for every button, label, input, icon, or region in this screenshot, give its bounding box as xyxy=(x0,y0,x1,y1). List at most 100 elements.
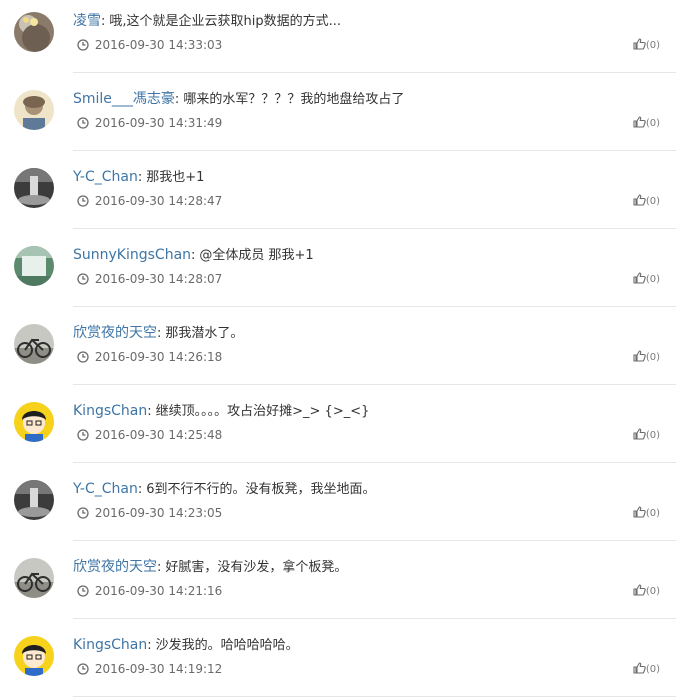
username-link[interactable]: 凌雪 xyxy=(73,13,101,29)
like-button[interactable]: (0) xyxy=(633,662,660,675)
timestamp: 2016-09-30 14:21:16 xyxy=(94,584,223,598)
comment-line: KingsChan: 沙发我的。哈哈哈哈哈。 xyxy=(73,636,299,655)
colon: : xyxy=(101,14,106,29)
username-link[interactable]: KingsChan xyxy=(73,637,147,653)
clock-icon xyxy=(77,195,89,207)
comment-item: KingsChan: 继续顶。。。。攻占治好摊>_> {>_<} 2016-09-… xyxy=(0,400,687,478)
timestamp: 2016-09-30 14:28:47 xyxy=(94,194,223,208)
comment-item: 欣赏夜的天空: 好腻害，没有沙发，拿个板凳。 2016-09-30 14:21:1… xyxy=(0,556,687,634)
thumbs-up-icon xyxy=(633,428,646,440)
comment-line: 欣赏夜的天空: 好腻害，没有沙发，拿个板凳。 xyxy=(73,558,347,577)
waterfall-dark-avatar[interactable] xyxy=(14,480,54,520)
bicycle-avatar[interactable] xyxy=(14,558,54,598)
like-count: (0) xyxy=(645,118,660,129)
timestamp: 2016-09-30 14:28:07 xyxy=(94,272,223,286)
like-button[interactable]: (0) xyxy=(633,584,660,597)
username-link[interactable]: Smile___馮志豪 xyxy=(73,91,175,107)
comment-text: 6到不行不行的。没有板凳，我坐地面。 xyxy=(146,482,376,497)
comment-body: KingsChan: 继续顶。。。。攻占治好摊>_> {>_<} 2016-09-… xyxy=(73,400,676,463)
comment-line: Y-C_Chan: 那我也+1 xyxy=(73,168,204,187)
comment-meta: 2016-09-30 14:19:12 xyxy=(77,661,222,677)
waterfall-dark-avatar[interactable] xyxy=(14,168,54,208)
comment-meta: 2016-09-30 14:28:07 xyxy=(77,271,222,287)
thumbs-up-icon xyxy=(633,272,646,284)
username-link[interactable]: Y-C_Chan xyxy=(73,481,138,497)
like-count: (0) xyxy=(645,586,660,597)
username-link[interactable]: KingsChan xyxy=(73,403,147,419)
comment-body: Y-C_Chan: 那我也+1 2016-09-30 14:28:47 (0) xyxy=(73,166,676,229)
comment-body: SunnyKingsChan: @全体成员 那我+1 2016-09-30 14:… xyxy=(73,244,676,307)
username-link[interactable]: 欣赏夜的天空 xyxy=(73,559,157,575)
like-count: (0) xyxy=(645,40,660,51)
comment-line: KingsChan: 继续顶。。。。攻占治好摊>_> {>_<} xyxy=(73,402,369,421)
clock-icon xyxy=(77,273,89,285)
like-count: (0) xyxy=(645,664,660,675)
colon: : xyxy=(147,638,152,653)
comment-body: Smile___馮志豪: 哪来的水军？？？？我的地盘给攻占了 2016-09-30… xyxy=(73,88,676,151)
comment-item: KingsChan: 沙发我的。哈哈哈哈哈。 2016-09-30 14:19:1… xyxy=(0,634,687,699)
clock-icon xyxy=(77,585,89,597)
timestamp: 2016-09-30 14:19:12 xyxy=(94,662,223,676)
timestamp: 2016-09-30 14:25:48 xyxy=(94,428,223,442)
comment-line: SunnyKingsChan: @全体成员 那我+1 xyxy=(73,246,314,265)
comment-body: 欣赏夜的天空: 那我潜水了。 2016-09-30 14:26:18 (0) xyxy=(73,322,676,385)
comment-text: 好腻害，没有沙发，拿个板凳。 xyxy=(165,560,348,575)
like-button[interactable]: (0) xyxy=(633,194,660,207)
timestamp: 2016-09-30 14:23:05 xyxy=(94,506,223,520)
cartoon-avatar[interactable] xyxy=(14,402,54,442)
comment-meta: 2016-09-30 14:23:05 xyxy=(77,505,222,521)
comment-line: Y-C_Chan: 6到不行不行的。没有板凳，我坐地面。 xyxy=(73,480,376,499)
timestamp: 2016-09-30 14:26:18 xyxy=(94,350,223,364)
person-avatar[interactable] xyxy=(14,90,54,130)
comment-text: 那我潜水了。 xyxy=(165,326,244,341)
colon: : xyxy=(174,92,180,107)
clock-icon xyxy=(77,39,89,51)
username-link[interactable]: 欣赏夜的天空 xyxy=(73,325,157,341)
comment-meta: 2016-09-30 14:28:47 xyxy=(77,193,222,209)
like-button[interactable]: (0) xyxy=(633,38,660,51)
comment-meta: 2016-09-30 14:33:03 xyxy=(77,37,222,53)
comment-line: 欣赏夜的天空: 那我潜水了。 xyxy=(73,324,243,343)
flower-avatar[interactable] xyxy=(14,12,54,52)
comment-meta: 2016-09-30 14:25:48 xyxy=(77,427,222,443)
clock-icon xyxy=(77,663,89,675)
waterfall-light-avatar[interactable] xyxy=(14,246,54,286)
comment-meta: 2016-09-30 14:21:16 xyxy=(77,583,222,599)
comment-item: Y-C_Chan: 6到不行不行的。没有板凳，我坐地面。 2016-09-30 1… xyxy=(0,478,687,556)
username-link[interactable]: Y-C_Chan xyxy=(73,169,138,185)
username-link[interactable]: SunnyKingsChan xyxy=(73,247,191,263)
thumbs-up-icon xyxy=(633,662,646,674)
like-button[interactable]: (0) xyxy=(633,428,660,441)
bicycle-avatar[interactable] xyxy=(14,324,54,364)
like-button[interactable]: (0) xyxy=(633,506,660,519)
comment-text: @全体成员 那我+1 xyxy=(199,248,314,263)
comment-meta: 2016-09-30 14:31:49 xyxy=(77,115,222,131)
comment-text: 继续顶。。。。攻占治好摊>_> {>_<} xyxy=(155,404,370,419)
clock-icon xyxy=(77,351,89,363)
colon: : xyxy=(137,482,143,497)
comment-body: KingsChan: 沙发我的。哈哈哈哈哈。 2016-09-30 14:19:1… xyxy=(73,634,676,697)
comment-list: 凌雪: 哦,这个就是企业云获取hip数据的方式... 2016-09-30 14:… xyxy=(0,0,687,699)
colon: : xyxy=(191,248,196,263)
comment-text: 那我也+1 xyxy=(146,170,205,185)
like-count: (0) xyxy=(645,274,660,285)
like-button[interactable]: (0) xyxy=(633,116,660,129)
comment-item: Y-C_Chan: 那我也+1 2016-09-30 14:28:47 (0) xyxy=(0,166,687,244)
colon: : xyxy=(147,404,152,419)
cartoon-avatar[interactable] xyxy=(14,636,54,676)
clock-icon xyxy=(77,117,89,129)
thumbs-up-icon xyxy=(633,506,646,518)
thumbs-up-icon xyxy=(633,584,646,596)
comment-line: Smile___馮志豪: 哪来的水军？？？？我的地盘给攻占了 xyxy=(73,90,404,109)
like-button[interactable]: (0) xyxy=(633,350,660,363)
like-count: (0) xyxy=(645,352,660,363)
comment-body: Y-C_Chan: 6到不行不行的。没有板凳，我坐地面。 2016-09-30 1… xyxy=(73,478,676,541)
comment-body: 凌雪: 哦,这个就是企业云获取hip数据的方式... 2016-09-30 14:… xyxy=(73,10,676,73)
comment-item: Smile___馮志豪: 哪来的水军？？？？我的地盘给攻占了 2016-09-30… xyxy=(0,88,687,166)
colon: : xyxy=(157,326,162,341)
colon: : xyxy=(157,560,162,575)
comment-item: SunnyKingsChan: @全体成员 那我+1 2016-09-30 14:… xyxy=(0,244,687,322)
thumbs-up-icon xyxy=(633,116,646,128)
like-button[interactable]: (0) xyxy=(633,272,660,285)
comment-text: 沙发我的。哈哈哈哈哈。 xyxy=(155,638,299,653)
